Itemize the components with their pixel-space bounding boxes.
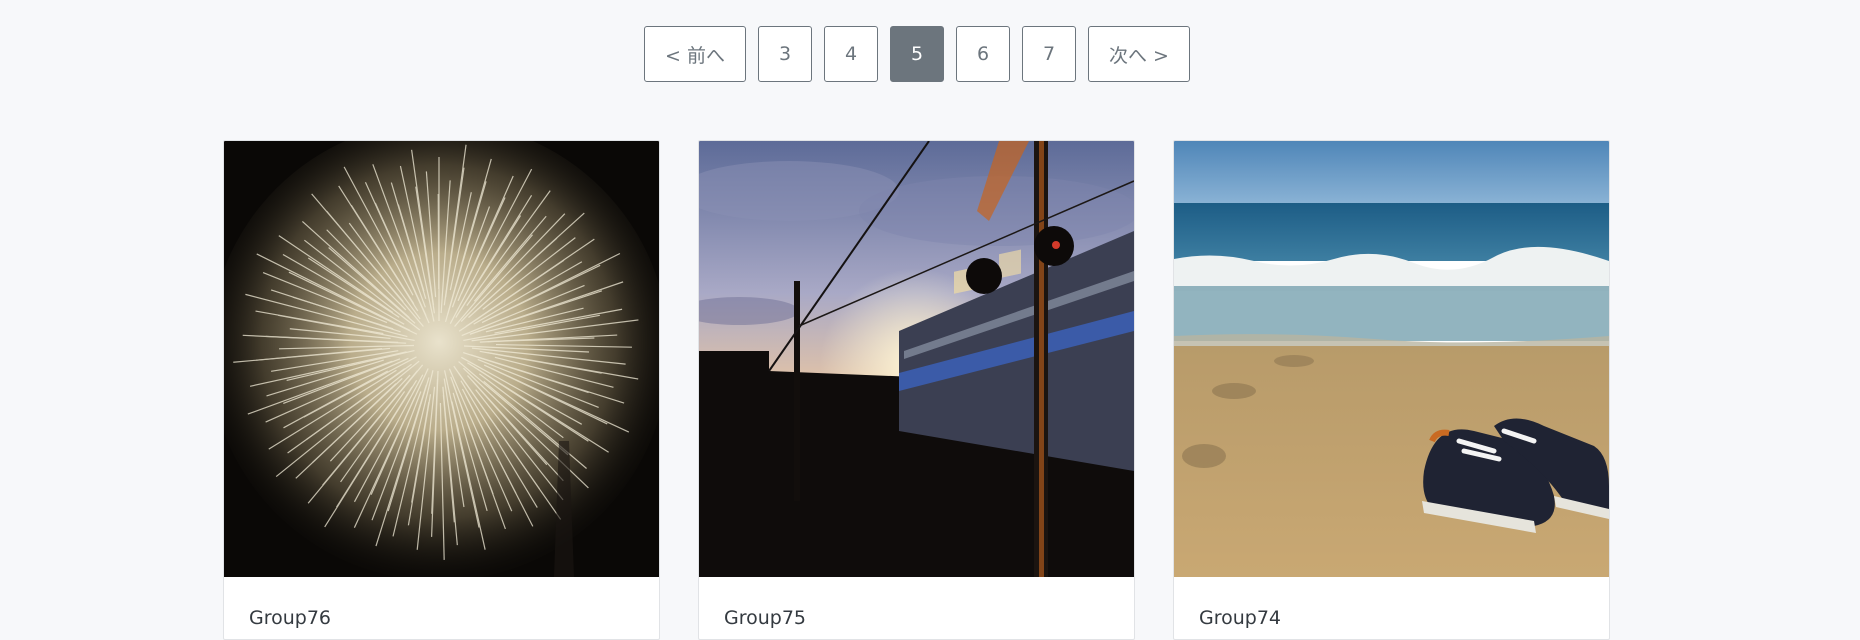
card-title[interactable]: Group74: [1199, 607, 1281, 629]
train-sunset-photo[interactable]: [699, 141, 1134, 577]
card-grid: Group76: [223, 140, 1610, 640]
page-5-button-current[interactable]: 5: [890, 26, 944, 82]
card-group74[interactable]: Group74: [1173, 140, 1610, 640]
page-3-button[interactable]: 3: [758, 26, 812, 82]
page-7-button[interactable]: 7: [1022, 26, 1076, 82]
card-title[interactable]: Group75: [724, 607, 806, 629]
page-4-button[interactable]: 4: [824, 26, 878, 82]
card-group75[interactable]: Group75: [698, 140, 1135, 640]
card-title[interactable]: Group76: [249, 607, 331, 629]
fireworks-photo[interactable]: [224, 141, 659, 577]
beach-sneakers-photo[interactable]: [1174, 141, 1609, 577]
card-group76[interactable]: Group76: [223, 140, 660, 640]
page-6-button[interactable]: 6: [956, 26, 1010, 82]
next-page-button[interactable]: 次へ >: [1088, 26, 1190, 82]
prev-page-button[interactable]: < 前へ: [644, 26, 746, 82]
pagination: < 前へ 3 4 5 6 7 次へ >: [644, 26, 1190, 82]
